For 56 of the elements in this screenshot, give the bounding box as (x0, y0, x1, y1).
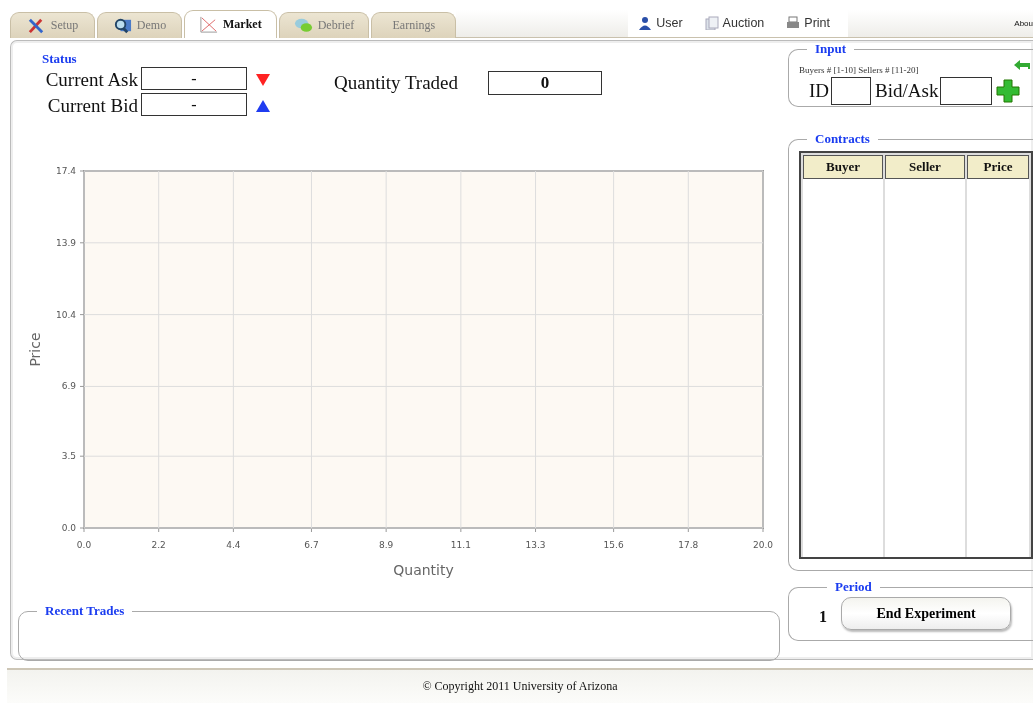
section-title: Input (814, 41, 848, 57)
up-triangle-icon (256, 100, 270, 112)
tools-icon (26, 16, 46, 35)
y-tick-label: 6.9 (61, 381, 76, 392)
printer-icon (786, 16, 801, 30)
y-axis-title: Price (27, 332, 43, 367)
bid-ask-input[interactable] (940, 77, 993, 105)
quantity-field: 0 (488, 71, 603, 95)
back-arrow-icon[interactable] (1013, 59, 1031, 71)
field-label: Current Bid (46, 95, 138, 117)
y-tick-label: 17.4 (55, 166, 76, 176)
column-header: Price (967, 155, 1029, 179)
y-tick-label: 13.9 (55, 237, 76, 248)
x-tick-label: 11.1 (450, 540, 471, 550)
field-label: Quantity Traded (334, 72, 459, 94)
x-tick-label: 15.6 (603, 540, 624, 550)
bid-field: - (141, 93, 247, 116)
x-tick-label: 13.3 (525, 540, 546, 550)
about-link[interactable]: Abou (1014, 19, 1033, 28)
chart-icon (199, 15, 218, 34)
x-tick-label: 17.8 (678, 540, 699, 550)
field-label: ID (809, 80, 830, 102)
nav-link[interactable]: Print (786, 16, 830, 30)
magnifier-icon (112, 16, 132, 35)
x-tick-label: 6.7 (304, 540, 319, 550)
x-tick-label: 20.0 (753, 540, 773, 550)
id-input[interactable] (831, 77, 872, 105)
hint-text: Buyers # [1-10] Sellers # [11-20] (799, 65, 919, 75)
section-title: Recent Trades (44, 603, 126, 619)
y-tick-label: 10.4 (55, 309, 76, 320)
pages-icon (704, 16, 719, 30)
nav-link[interactable]: Auction (704, 16, 765, 30)
down-triangle-icon (256, 74, 270, 86)
x-tick-label: 0.0 (76, 540, 92, 550)
x-axis-title: Quantity (393, 562, 454, 578)
chat-icon (293, 16, 313, 35)
copyright-text: © Copyright 2011 University of Arizona (422, 679, 618, 694)
section-title: Period (834, 579, 873, 595)
field-label: Bid/Ask (875, 80, 939, 102)
end-experiment-button[interactable]: End Experiment (841, 597, 1011, 630)
column-header: Buyer (803, 155, 883, 179)
field-label: Current Ask (44, 69, 138, 91)
x-tick-label: 8.9 (379, 540, 394, 550)
column-header: Seller (885, 155, 965, 179)
nav-link[interactable]: User (638, 16, 683, 30)
y-tick-label: 0.0 (61, 523, 76, 533)
period-number: 1 (819, 607, 827, 626)
ask-field: - (141, 67, 247, 90)
section-title: Contracts (814, 131, 871, 147)
tab[interactable]: Market (184, 10, 277, 38)
y-tick-label: 3.5 (61, 451, 76, 462)
user-icon (638, 16, 653, 30)
x-tick-label: 2.2 (151, 540, 166, 550)
add-icon[interactable] (996, 79, 1021, 103)
section-title: Status (41, 50, 78, 67)
x-tick-label: 4.4 (226, 540, 241, 550)
